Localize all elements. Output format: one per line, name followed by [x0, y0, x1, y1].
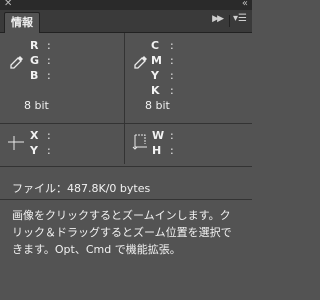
colon: :	[170, 144, 174, 157]
section-divider	[0, 123, 252, 124]
colon: :	[170, 129, 174, 142]
colon: :	[47, 39, 51, 52]
panel-title-bar: ✕ «	[0, 0, 252, 10]
panel-menu-icon[interactable]: ▾☰	[233, 13, 247, 24]
file-size-info: ファイル：487.8K/0 bytes	[12, 182, 151, 195]
label-c: C	[151, 39, 160, 52]
label-x: X	[30, 129, 39, 142]
selection-size-icon	[132, 134, 147, 150]
colon: :	[47, 129, 51, 142]
colon: :	[170, 54, 174, 67]
label-y-coord: Y	[30, 144, 38, 157]
panel-tab-row: 情報 ▶▶ ▾☰	[0, 10, 252, 33]
colon: :	[47, 54, 51, 67]
collapse-icon[interactable]: «	[242, 0, 248, 10]
readout-divider	[124, 33, 125, 123]
colon: :	[170, 39, 174, 52]
label-h: H	[152, 144, 162, 157]
bit-depth-right: 8 bit	[145, 99, 170, 112]
eyedropper-icon	[134, 56, 147, 69]
eyedropper-icon	[10, 56, 23, 69]
tab-divider	[229, 15, 230, 27]
colon: :	[47, 69, 51, 82]
colon: :	[47, 144, 51, 157]
label-r: R	[30, 39, 39, 52]
label-m: M	[151, 54, 162, 67]
info-panel: ✕ « 情報 ▶▶ ▾☰ R : G : B : 8 bit C : M : Y…	[0, 0, 252, 300]
label-y: Y	[151, 69, 159, 82]
bit-depth-left: 8 bit	[24, 99, 49, 112]
label-b: B	[30, 69, 39, 82]
tab-info[interactable]: 情報	[4, 12, 40, 33]
label-k: K	[151, 84, 160, 97]
tool-description: 画像をクリックするとズームインします。クリック＆ドラッグするとズーム位置を選択で…	[12, 209, 232, 256]
colon: :	[170, 69, 174, 82]
expand-icon[interactable]: ▶▶	[212, 14, 224, 24]
colon: :	[170, 84, 174, 97]
readout-divider-2	[124, 124, 125, 164]
section-divider-3	[0, 199, 252, 200]
section-divider-2	[0, 166, 252, 167]
label-g: G	[30, 54, 40, 67]
label-w: W	[152, 129, 165, 142]
close-icon[interactable]: ✕	[4, 0, 12, 10]
crosshair-icon	[8, 136, 24, 150]
